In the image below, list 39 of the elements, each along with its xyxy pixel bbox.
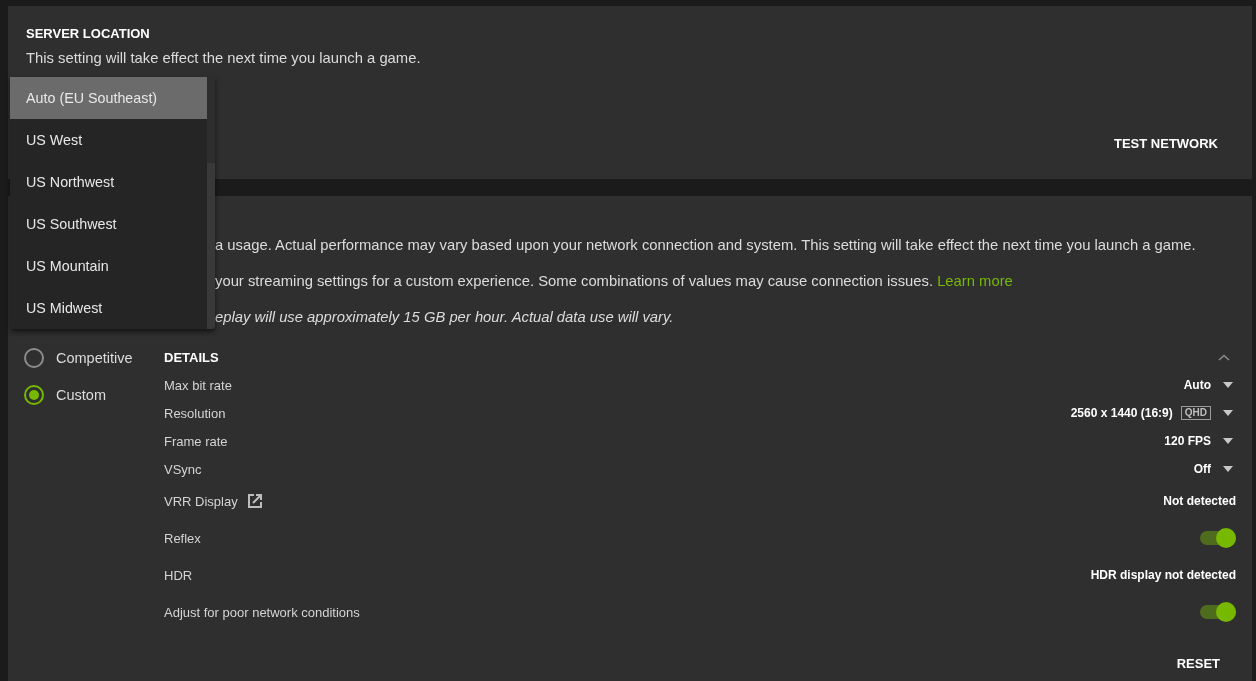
reset-button[interactable]: RESET xyxy=(1160,649,1236,677)
setting-label: HDR xyxy=(164,567,193,583)
radio-button[interactable] xyxy=(24,384,44,405)
setting-label: VRR Display xyxy=(164,493,238,509)
preset-label: Competitive xyxy=(56,349,133,366)
setting-dropdown[interactable]: Auto xyxy=(1183,376,1236,394)
status-value: HDR display not detected xyxy=(1090,568,1236,582)
setting-dropdown[interactable]: 2560 x 1440 (16:9) QHD xyxy=(1070,404,1236,422)
setting-label: Frame rate xyxy=(164,433,228,449)
section-title: SERVER LOCATION xyxy=(26,26,151,42)
chevron-up-icon[interactable] xyxy=(1218,353,1230,361)
details-title: DETAILS xyxy=(164,349,219,365)
setting-dropdown[interactable]: Off xyxy=(1193,460,1236,478)
caret-down-icon xyxy=(1223,466,1233,472)
description-text: eplay will use approximately 15 GB per hour. Actual data use will vary. xyxy=(215,308,675,327)
setting-label: Resolution xyxy=(164,405,226,421)
dropdown-option[interactable]: US Midwest xyxy=(10,287,207,329)
status-value: Not detected xyxy=(1163,494,1236,508)
resolution-tag: QHD xyxy=(1180,406,1211,420)
description-text: your streaming settings for a custom experience. Some combinations of values may cause connection issues. Learn more xyxy=(215,272,1014,291)
section-description: This setting will take effect the next time you launch a game. xyxy=(26,49,422,67)
caret-down-icon xyxy=(1223,382,1233,388)
setting-label: Adjust for poor network conditions xyxy=(164,604,360,620)
caret-down-icon xyxy=(1223,410,1233,416)
description-text: a usage. Actual performance may vary based upon your network connection and system. This setting will take effect the next time you launch a game. xyxy=(215,236,1197,255)
setting-label: Max bit rate xyxy=(164,377,232,393)
learn-more-link[interactable]: Learn more xyxy=(937,273,1013,289)
toggle-switch[interactable] xyxy=(1200,602,1236,622)
preset-label: Custom xyxy=(56,386,106,403)
setting-label: VSync xyxy=(164,461,202,477)
toggle-switch[interactable] xyxy=(1200,528,1236,548)
scrollbar[interactable] xyxy=(207,77,215,329)
caret-down-icon xyxy=(1223,438,1233,444)
setting-dropdown[interactable]: 120 FPS xyxy=(1164,432,1236,450)
dropdown-option[interactable]: Auto (EU Southeast) xyxy=(10,77,207,119)
setting-label: Reflex xyxy=(164,530,201,546)
radio-button[interactable] xyxy=(24,347,44,368)
external-link-icon[interactable] xyxy=(247,494,262,508)
test-network-button[interactable]: TEST NETWORK xyxy=(1106,129,1226,157)
